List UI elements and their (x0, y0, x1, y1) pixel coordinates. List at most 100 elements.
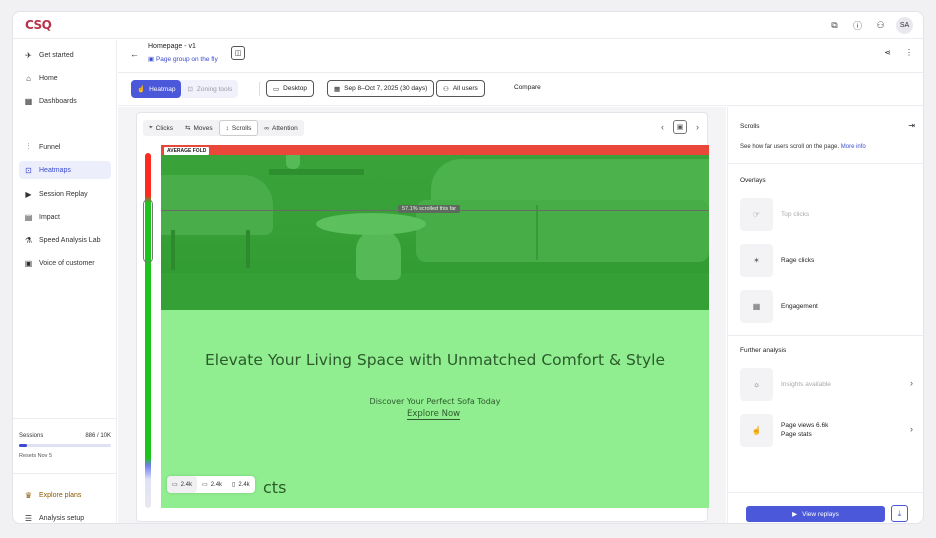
desktop-icon: ▭ (172, 482, 178, 488)
app-window: CSQ ⧉ ⓘ ⚇ SA ✈ Get started ⌂ Home ▦ Dash… (12, 11, 924, 524)
mobile-count-value: 2.4k (238, 481, 250, 488)
users-filter-label: All users (452, 85, 478, 92)
sessions-meter: Sessions 886 / 10K Resets Nov 5 (19, 433, 111, 459)
panel-description-text: See how far users scroll on the page. (740, 144, 840, 150)
page-group-link[interactable]: ▣ Page group on the fly (148, 55, 218, 63)
page-title: Homepage - v1 (148, 43, 196, 50)
mobile-count[interactable]: ▯ 2.4k (227, 476, 255, 493)
date-range-label: Sep 8–Oct 7, 2025 (30 days) (344, 85, 428, 92)
invite-user-icon[interactable]: ⚇ (873, 18, 888, 33)
view-replays-button[interactable]: ▶ View replays (746, 506, 885, 522)
chevron-right-icon[interactable]: › (910, 424, 913, 434)
overlay-engagement[interactable]: ▦ Engagement (740, 289, 920, 323)
insights-item[interactable]: ☼ Insights available (740, 367, 920, 401)
desktop-icon: ▭ (273, 85, 280, 93)
page-stats-label: Page stats (781, 431, 812, 438)
scroll-gradient-bar (143, 153, 153, 508)
avatar[interactable]: SA (896, 17, 913, 34)
more-menu-icon[interactable]: ⋮ (905, 48, 913, 57)
collapse-panel-icon[interactable]: ⇥ (908, 121, 915, 130)
hero-title: Elevate Your Living Space with Unmatched… (204, 351, 665, 369)
heatmap-mode-label: Heatmap (149, 85, 176, 93)
sidebar-item-session-replay[interactable]: ▶ Session Replay (19, 185, 111, 203)
hero-explore-link[interactable]: Explore Now (407, 409, 461, 420)
screenshot-icon[interactable]: ▣ (673, 120, 687, 134)
help-icon[interactable]: ⓘ (850, 18, 865, 33)
settings-sliders-icon: ☰ (24, 513, 33, 523)
sidebar-item-speed-analysis-lab[interactable]: ⚗ Speed Analysis Lab (19, 231, 111, 249)
overlay-label: Top clicks (781, 210, 810, 218)
sidebar-item-impact[interactable]: ▤ Impact (19, 208, 111, 226)
panel-divider (728, 163, 923, 164)
sidebar-item-dashboards[interactable]: ▦ Dashboards (19, 92, 111, 110)
more-info-link[interactable]: More info (841, 144, 866, 150)
pointer-icon: ☞ (740, 197, 773, 231)
page-stats-item[interactable]: ☝ Page views 6.6k Page stats (740, 413, 920, 447)
clicks-tab[interactable]: ⌖ Clicks (143, 120, 179, 136)
attention-tab[interactable]: ∞ Attention (258, 120, 303, 136)
overlay-rage-clicks[interactable]: ✶ Rage clicks (740, 243, 920, 277)
zoning-tools-label: Zoning tools (196, 85, 233, 93)
desktop-count[interactable]: ▭ 2.4k (167, 476, 198, 493)
sidebar-divider (13, 473, 117, 474)
panel-description: See how far users scroll on the page. Mo… (740, 144, 866, 150)
sidebar-item-funnel[interactable]: ⫶ Funnel (19, 138, 111, 156)
moves-tab[interactable]: ⇆ Moves (179, 120, 219, 136)
sidebar-item-get-started[interactable]: ✈ Get started (19, 46, 111, 64)
device-filter-label: Desktop (283, 85, 308, 92)
sidebar-item-voice-of-customer[interactable]: ▣ Voice of customer (19, 254, 111, 272)
date-range-filter[interactable]: ▦ Sep 8–Oct 7, 2025 (30 days) (327, 80, 435, 97)
chevron-right-icon[interactable]: › (910, 378, 913, 388)
filter-separator (259, 82, 260, 96)
users-filter[interactable]: ⚇ All users (436, 80, 485, 97)
page-preview-button[interactable]: ◫ (231, 46, 245, 60)
view-replays-label: View replays (802, 510, 839, 518)
sidebar-item-label: Heatmaps (39, 166, 71, 174)
sidebar-item-heatmaps[interactable]: ⊡ Heatmaps (19, 161, 111, 179)
hero-photo: AVERAGE FOLD 57.1% scrolled this far (161, 145, 709, 310)
download-button[interactable]: ⤓ (891, 505, 908, 522)
right-panel: Scrolls ⇥ See how far users scroll on th… (727, 107, 923, 523)
sidebar-item-label: Voice of customer (39, 259, 95, 267)
lightbulb-icon: ☼ (740, 367, 773, 401)
calendar-icon: ▦ (334, 85, 341, 93)
overlay-top-clicks[interactable]: ☞ Top clicks (740, 197, 920, 231)
top-icons: ⧉ ⓘ ⚇ SA (827, 17, 913, 34)
scrolls-tab[interactable]: ↕ Scrolls (218, 120, 259, 136)
sidebar: ✈ Get started ⌂ Home ▦ Dashboards ⫶ Funn… (13, 40, 117, 523)
further-analysis-title: Further analysis (740, 347, 787, 354)
photo-coffee-table (316, 213, 426, 235)
sidebar-item-label: Get started (39, 51, 74, 59)
back-arrow-icon[interactable]: ← (130, 49, 139, 59)
heatmap-mode-button[interactable]: ☝ Heatmap (131, 80, 182, 98)
csq-logo[interactable]: CSQ (25, 18, 52, 32)
photo-floor (161, 273, 709, 310)
device-filter[interactable]: ▭ Desktop (266, 80, 315, 97)
heatmap-frame: ⌖ Clicks ⇆ Moves ↕ Scrolls ∞ Attention ‹ (136, 112, 709, 522)
photo-chair (161, 175, 273, 235)
heatmap-canvas: ⌖ Clicks ⇆ Moves ↕ Scrolls ∞ Attention ‹ (118, 107, 726, 523)
moves-label: Moves (193, 124, 213, 132)
sidebar-item-label: Speed Analysis Lab (39, 236, 101, 244)
hero-subtitle: Discover Your Perfect Sofa Today (369, 397, 501, 406)
photo-sofa-seam (536, 205, 538, 260)
scroll-handle[interactable] (143, 199, 153, 263)
funnel-icon: ⫶ (27, 142, 30, 151)
compare-button[interactable]: Compare (514, 84, 541, 91)
tablet-count-value: 2.4k (210, 481, 223, 488)
chevron-right-icon[interactable]: › (696, 122, 699, 132)
sidebar-item-label: Home (39, 74, 58, 82)
tablet-icon: ▭ (202, 482, 208, 488)
sidebar-item-home[interactable]: ⌂ Home (19, 69, 111, 87)
sessions-progress-fill (19, 444, 28, 447)
zoning-tools-button[interactable]: ⊡ Zoning tools (181, 80, 238, 98)
photo-chair-leg (171, 230, 175, 270)
scroll-tooltip: 57.1% scrolled this far (398, 205, 461, 213)
integrations-icon[interactable]: ⧉ (827, 18, 842, 33)
chevron-left-icon[interactable]: ‹ (661, 122, 664, 132)
analysis-setup-link[interactable]: ☰ Analysis setup (19, 509, 111, 523)
explore-plans-link[interactable]: ♛ Explore plans (19, 486, 111, 504)
tablet-count[interactable]: ▭ 2.4k (197, 476, 227, 493)
share-icon[interactable]: ⋖ (884, 48, 891, 57)
voc-icon: ▣ (24, 258, 33, 268)
